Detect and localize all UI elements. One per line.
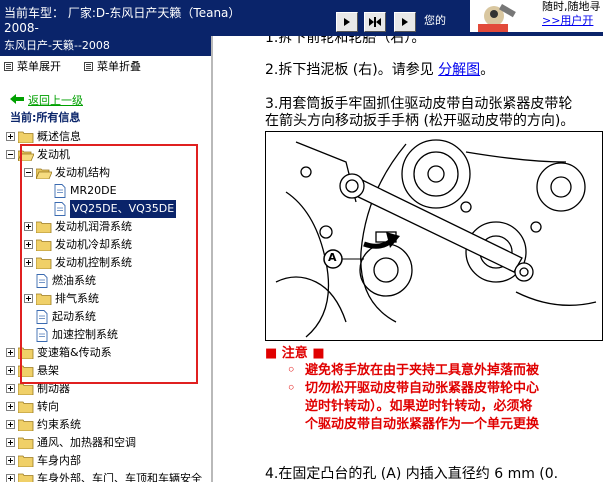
tree-item[interactable]: 车身外部、车门、车顶和车辆安全 xyxy=(0,470,211,482)
tree-item-label[interactable]: 转向 xyxy=(37,398,59,416)
expand-all-button[interactable]: 菜单展开 xyxy=(4,60,61,74)
step-1: 1.拆下前轮和轮胎（右）。 xyxy=(265,36,426,46)
bullet-icon: ◦ xyxy=(287,381,296,396)
tree-item[interactable]: 约束系统 xyxy=(0,416,211,434)
tree-item-label[interactable]: 车身外部、车门、车顶和车辆安全 xyxy=(37,470,202,482)
top-bar: 当前车型： 厂家:D-东风日产天籁（Teana）2008- 您的 随时,随地寻 … xyxy=(0,0,603,36)
step-4: 4.在固定凸台的孔 (A) 内插入直径约 6 mm (0. xyxy=(265,466,559,482)
sync-button[interactable] xyxy=(364,12,386,32)
caution-1: 避免将手放在由于夹持工具意外掉落而被 xyxy=(305,363,540,378)
current-car-model: 当前车型： 厂家:D-东风日产天籁（Teana）2008- xyxy=(4,6,241,35)
tip-text: 您的 xyxy=(424,14,446,27)
double-arrow-icon xyxy=(369,17,381,27)
collapse-all-label: 菜单折叠 xyxy=(97,60,141,73)
collapse-all-button[interactable]: 菜单折叠 xyxy=(84,60,141,74)
arrow-right-icon xyxy=(344,18,350,26)
main-content: 1.拆下前轮和轮胎（右）。 2.拆下挡泥板 (右)。请参见 分解图。 3.用套筒… xyxy=(215,36,603,482)
exploded-view-link[interactable]: 分解图 xyxy=(438,62,480,78)
step-3-line-1: 3.用套筒扳手牢固抓住驱动皮带自动张紧器皮带轮 xyxy=(265,96,573,112)
expand-icon[interactable] xyxy=(6,438,15,447)
tree-item[interactable]: 车身内部 xyxy=(0,452,211,470)
step-2: 2.拆下挡泥板 (右)。请参见 分解图。 xyxy=(265,62,494,79)
caution-2-line-2: 逆时针转动）。如果逆时针转动，必须将 xyxy=(305,399,533,414)
tree-item-label[interactable]: 车身内部 xyxy=(37,452,81,470)
tree-item[interactable]: 转向 xyxy=(0,398,211,416)
step-2-text: 2.拆下挡泥板 (右)。请参见 xyxy=(265,62,439,78)
collapse-icon[interactable] xyxy=(6,150,15,159)
folder-icon xyxy=(18,419,34,431)
expand-icon[interactable] xyxy=(6,456,15,465)
tensioner-illustration xyxy=(275,139,597,338)
arrow-right-icon xyxy=(402,18,408,26)
folder-icon xyxy=(18,401,34,413)
expand-icon[interactable] xyxy=(6,474,15,482)
expand-icon[interactable] xyxy=(6,132,15,141)
previous-button[interactable] xyxy=(336,12,358,32)
step-2-suffix: 。 xyxy=(480,62,495,78)
folder-icon xyxy=(18,437,34,449)
back-arrow-icon xyxy=(10,94,24,104)
caution-2-line-3: 个驱动皮带自动张紧器作为一个单元更换 xyxy=(305,417,540,432)
sidebar: 东风日产-天籁--2008 菜单展开 菜单折叠 返回上一级 当前:所有信息 概述… xyxy=(0,36,213,482)
menu-icon xyxy=(4,62,13,71)
expand-icon[interactable] xyxy=(6,366,15,375)
step-3-line-2: 在箭头方向移动扳手手柄 (松开驱动皮带的方向)。 xyxy=(265,113,575,129)
tree-item[interactable]: 通风、加热器和空调 xyxy=(0,434,211,452)
folder-icon xyxy=(18,131,34,143)
bullet-icon: ◦ xyxy=(287,363,296,378)
folder-icon xyxy=(18,383,34,395)
expand-icon[interactable] xyxy=(6,348,15,357)
next-button[interactable] xyxy=(394,12,416,32)
expand-icon[interactable] xyxy=(6,402,15,411)
highlight-box xyxy=(20,144,198,384)
brand-title: 东风日产-天籁--2008 xyxy=(0,36,211,56)
figure-label-a: A xyxy=(328,251,337,264)
back-link[interactable]: 返回上一级 xyxy=(28,92,83,108)
caution-2-line-1: 切勿松开驱动皮带自动张紧器皮带轮中心 xyxy=(305,381,540,396)
menu-icon xyxy=(84,62,93,71)
folder-icon xyxy=(18,455,34,467)
user-link[interactable]: >>用户开 xyxy=(542,12,593,28)
tree-item-label[interactable]: 通风、加热器和空调 xyxy=(37,434,136,452)
expand-all-label: 菜单展开 xyxy=(17,60,61,73)
expand-icon[interactable] xyxy=(6,420,15,429)
caution-title: ■ 注意 ■ xyxy=(265,346,325,361)
tree-item-label[interactable]: 约束系统 xyxy=(37,416,81,434)
folder-icon xyxy=(18,473,34,482)
expand-icon[interactable] xyxy=(6,384,15,393)
current-position: 当前:所有信息 xyxy=(10,111,81,124)
help-banner: 随时,随地寻 >>用户开 xyxy=(470,0,603,32)
mechanic-icon xyxy=(478,3,516,32)
engine-diagram: A xyxy=(265,131,603,341)
